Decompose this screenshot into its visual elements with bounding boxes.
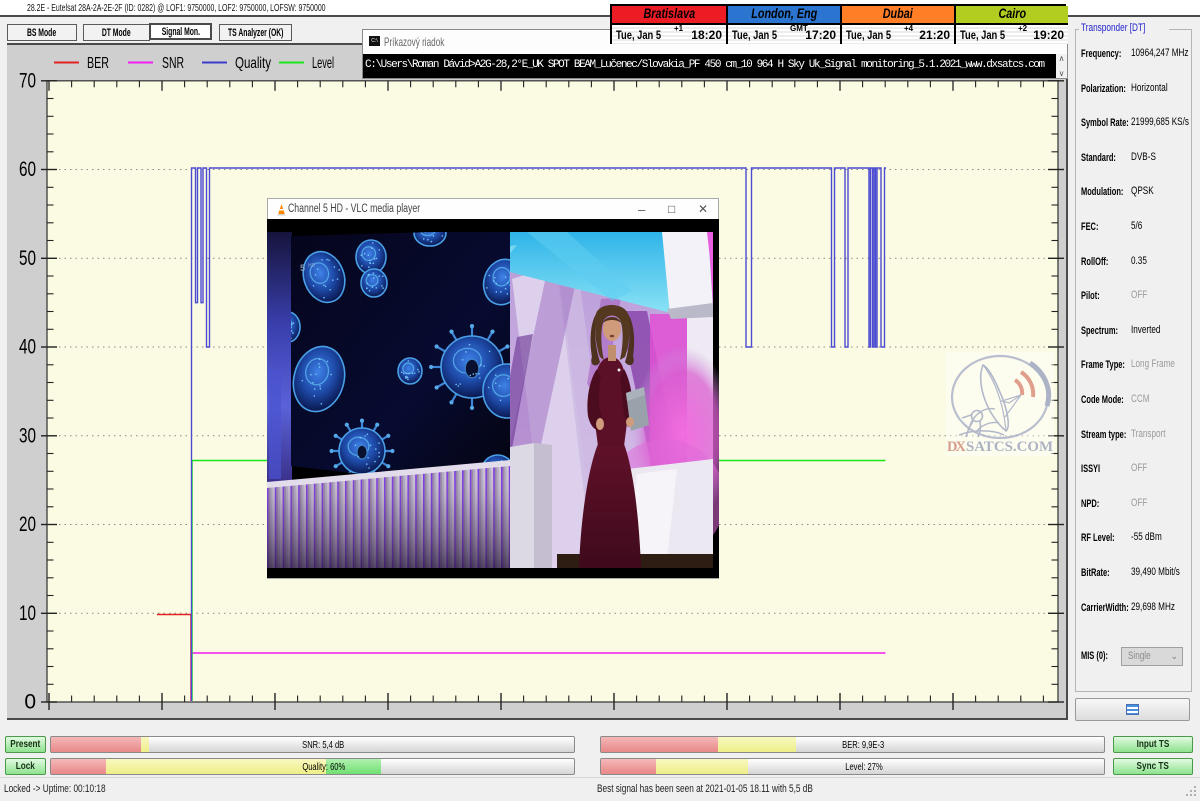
svg-text:0: 0 (24, 691, 36, 714)
svg-text:SNR: SNR (162, 55, 184, 72)
svg-text:50: 50 (19, 247, 36, 270)
svg-text:HD: HD (308, 263, 316, 269)
svg-text:20: 20 (19, 513, 36, 536)
svg-text:DX: DX (947, 439, 967, 455)
svg-text:10: 10 (19, 602, 36, 625)
svg-text:BER: BER (87, 55, 109, 72)
svg-text:70: 70 (19, 69, 36, 92)
svg-text:40: 40 (19, 336, 36, 359)
svg-text:5: 5 (300, 263, 305, 273)
svg-text:30: 30 (19, 424, 36, 447)
svg-text:SATCS.COM: SATCS.COM (966, 439, 1053, 455)
svg-text:60: 60 (19, 158, 36, 181)
svg-text:Level: Level (312, 55, 334, 72)
svg-text:Quality: Quality (235, 55, 271, 72)
